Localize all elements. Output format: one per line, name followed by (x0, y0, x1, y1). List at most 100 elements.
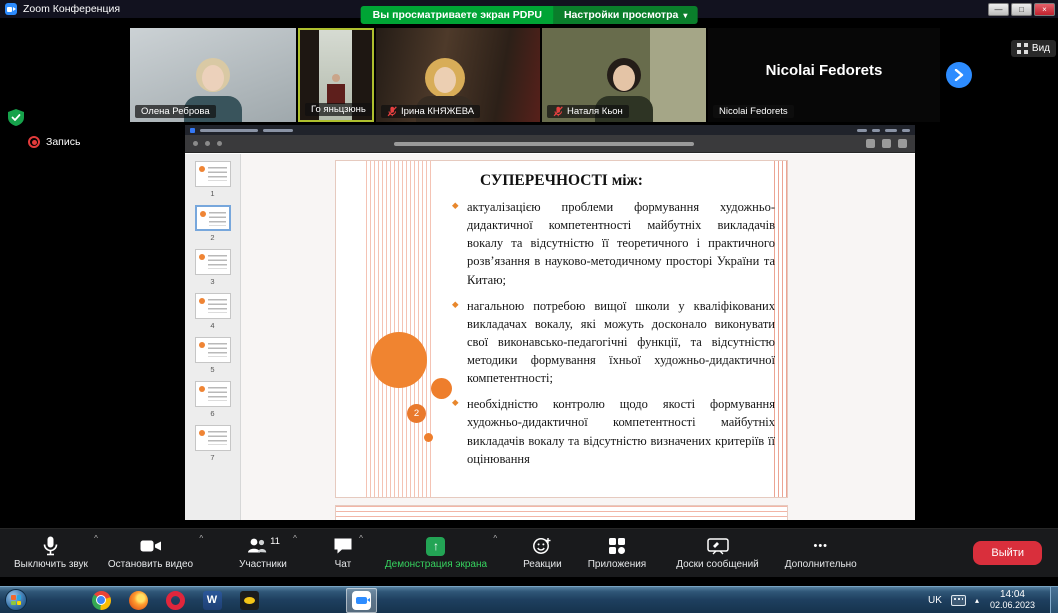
apps-label: Приложения (588, 559, 647, 570)
orange-circle-decoration (424, 433, 433, 442)
menu-text-placeholder (263, 129, 293, 132)
share-icon (898, 139, 907, 148)
start-button[interactable] (5, 589, 27, 611)
microphone-icon (42, 536, 59, 556)
share-options-chevron[interactable]: ^ (493, 534, 497, 543)
video-tile-olena-rebrova[interactable]: Олена Реброва (130, 28, 296, 122)
opera-taskbar-icon[interactable] (163, 588, 187, 612)
remote-app-icon (190, 128, 195, 133)
menu-status-icon (902, 129, 910, 132)
firefox-taskbar-icon[interactable] (126, 588, 150, 612)
remote-viewer-toolbar (185, 135, 915, 153)
next-slide-preview (335, 505, 788, 520)
system-tray: UK ▴ 14:04 02.06.2023 (928, 587, 1058, 613)
view-layout-button[interactable]: Вид (1011, 40, 1056, 57)
more-button[interactable]: ••• Дополнительно (775, 529, 867, 577)
minimize-button[interactable]: — (988, 3, 1009, 16)
meeting-controls-toolbar: ^ Выключить звук ^ Остановить видео ^ 11… (0, 528, 1058, 577)
participants-button[interactable]: ^ 11 Участники (229, 529, 297, 577)
participants-count-badge: 11 (270, 536, 280, 547)
zoom-meeting-window: Zoom Конференция — □ × Вы просматриваете… (0, 0, 1058, 613)
page-thumbnails-panel: 1 2 3 4 5 6 7 (185, 154, 241, 520)
camera-icon (140, 536, 162, 556)
participants-options-chevron[interactable]: ^ (293, 534, 297, 543)
chat-button[interactable]: ^ Чат (323, 529, 363, 577)
leave-meeting-button[interactable]: Выйти (973, 541, 1042, 565)
window-dot-icon (193, 141, 198, 146)
apps-button[interactable]: Приложения (578, 529, 657, 577)
zoom-camera-glyph (356, 597, 367, 604)
mute-label: Выключить звук (14, 559, 88, 570)
up-arrow-icon: ↑ (433, 539, 439, 553)
bullet-diamond-icon: ◆ (452, 397, 459, 409)
mute-button[interactable]: ^ Выключить звук (4, 529, 98, 577)
recording-label: Запись (46, 136, 80, 148)
reactions-smiley-icon (532, 536, 552, 556)
bullet-text: нагальною потребою вищої школи у кваліфі… (467, 299, 775, 386)
show-desktop-button[interactable] (1050, 587, 1058, 613)
page-thumbnail: 3 (195, 249, 231, 286)
dark-app-taskbar-icon[interactable] (237, 588, 261, 612)
whiteboards-label: Доски сообщений (676, 559, 759, 570)
video-tile-go-yantszyun[interactable]: Го яньцзюнь (298, 28, 374, 122)
chat-options-chevron[interactable]: ^ (359, 534, 363, 543)
slide-bullet: ◆ необхідністю контролю щодо якості форму… (451, 395, 775, 468)
keyboard-icon[interactable] (951, 595, 966, 606)
maximize-button[interactable]: □ (1011, 3, 1032, 16)
video-options-chevron[interactable]: ^ (199, 534, 203, 543)
participant-name: Nicolai Fedorets (719, 106, 788, 117)
participant-name: Наталя Кьон (567, 106, 623, 117)
muted-mic-icon (553, 106, 563, 117)
slide-bullet: ◆актуалізацією проблеми формування худож… (451, 198, 775, 289)
video-tile-nicolai-fedorets[interactable]: Nicolai Fedorets Nicolai Fedorets (708, 28, 940, 122)
video-tile-irina-knyazheva[interactable]: Ірина КНЯЖЕВА (376, 28, 540, 122)
windows-taskbar: W UK ▴ 14:04 02.06.2023 (0, 586, 1058, 613)
participant-video (332, 74, 340, 82)
grid-view-icon (1017, 43, 1028, 54)
share-screen-label: Демонстрация экрана (385, 559, 487, 570)
window-dot-icon (217, 141, 222, 146)
share-screen-icon: ↑ (426, 537, 445, 556)
participant-display-name: Nicolai Fedorets (708, 62, 940, 79)
bullet-text: актуалізацією проблеми формування художн… (467, 200, 775, 287)
thumbnail-number: 3 (210, 277, 214, 286)
hidden-icons-arrow[interactable]: ▴ (975, 596, 979, 605)
video-strip: Олена Реброва Го яньцзюнь Ірина КНЯЖЕВА … (0, 28, 1058, 122)
encryption-shield-icon[interactable] (8, 109, 24, 131)
participants-icon (246, 536, 268, 556)
zoom-taskbar-icon-active[interactable] (346, 588, 377, 613)
page-thumbnail: 7 (195, 425, 231, 462)
share-screen-button[interactable]: ^ ↑ Демонстрация экрана (375, 529, 497, 577)
next-participants-button[interactable] (946, 62, 972, 88)
page-thumbnail: 5 (195, 337, 231, 374)
thumbnail-number: 4 (210, 321, 214, 330)
participant-video (327, 84, 345, 104)
close-button[interactable]: × (1034, 3, 1055, 16)
video-tile-natalya-kon[interactable]: Наталя Кьон (542, 28, 706, 122)
participants-label: Участники (239, 559, 287, 570)
whiteboard-icon (707, 536, 729, 556)
slide-body-text: ◆ актуалізацією проблеми формування худож… (451, 198, 775, 476)
slide-number-badge: 2 (407, 404, 426, 423)
document-filename-placeholder (229, 142, 859, 146)
reactions-button[interactable]: Реакции (513, 529, 572, 577)
stop-video-button[interactable]: ^ Остановить видео (98, 529, 203, 577)
language-indicator[interactable]: UK (928, 595, 942, 606)
bullet-text: необхідністю контролю щодо якості формув… (467, 397, 775, 465)
shared-screen-content: 1 2 3 4 5 6 7 2 СУПЕРЕЧНОСТІ між: (185, 125, 915, 520)
participant-name: Олена Реброва (141, 106, 210, 117)
whiteboards-button[interactable]: Доски сообщений (666, 529, 769, 577)
record-dot-icon (28, 136, 40, 148)
thumbnail-number: 5 (210, 365, 214, 374)
clock-time: 14:04 (1000, 589, 1025, 600)
participant-name: Ірина КНЯЖЕВА (401, 106, 474, 117)
taskbar-clock[interactable]: 14:04 02.06.2023 (990, 589, 1035, 612)
view-label: Вид (1032, 43, 1050, 54)
taskbar-pinned-apps: W (89, 588, 377, 613)
remote-menu-bar (185, 125, 915, 135)
chrome-taskbar-icon[interactable] (89, 588, 113, 612)
slide-bullet: ◆нагальною потребою вищої школи у кваліф… (451, 297, 775, 388)
view-options-dropdown[interactable]: Настройки просмотра ▾ (554, 6, 697, 24)
viewing-screen-message: Вы просматриваете экран PDPU (361, 6, 554, 24)
word-taskbar-icon[interactable]: W (200, 588, 224, 612)
